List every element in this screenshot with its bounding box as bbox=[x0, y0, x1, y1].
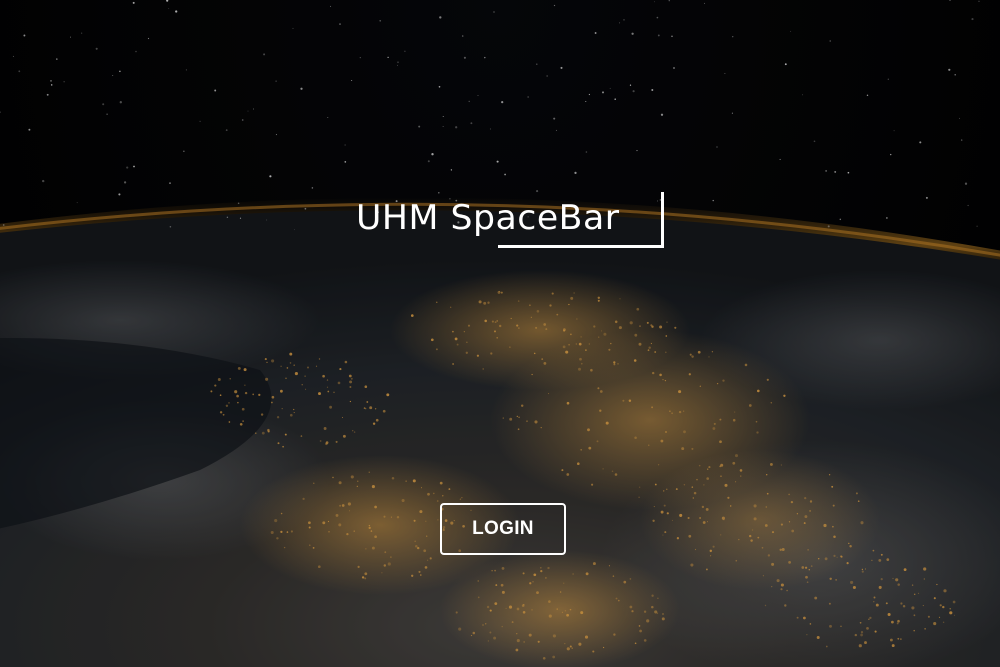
app-logo: UHM SpaceBar bbox=[356, 192, 666, 254]
background-dim-overlay bbox=[0, 0, 1000, 667]
login-button[interactable]: LOGIN bbox=[440, 503, 566, 555]
logo-text: UHM SpaceBar bbox=[356, 198, 620, 238]
landing-background: UHM SpaceBar LOGIN bbox=[0, 0, 1000, 667]
